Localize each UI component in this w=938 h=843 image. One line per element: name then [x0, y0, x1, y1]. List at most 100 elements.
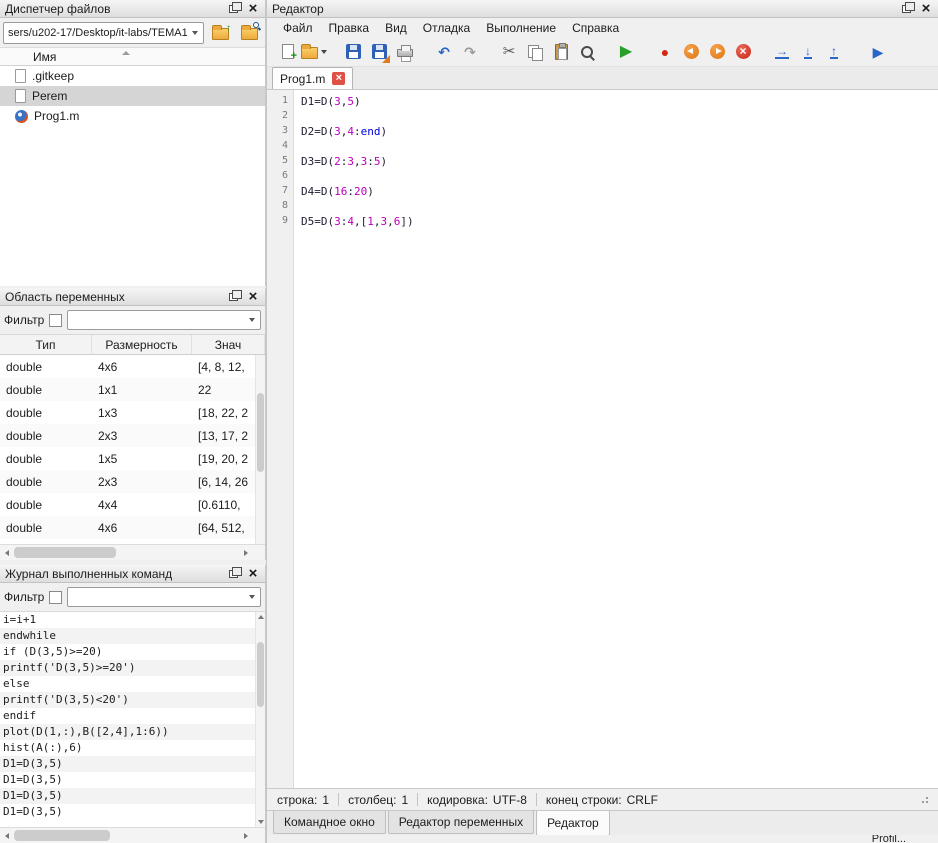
redo-button[interactable]: ↷ [457, 40, 483, 64]
history-command[interactable]: hist(A(:),6) [0, 740, 265, 756]
undock-button[interactable] [897, 1, 915, 16]
column-header[interactable]: Тип [0, 335, 92, 354]
history-command[interactable]: else [0, 676, 265, 692]
workspace-hscrollbar[interactable] [0, 544, 265, 560]
undock-button[interactable] [224, 1, 242, 16]
clear-breakpoints-button[interactable] [730, 40, 756, 64]
run-button[interactable]: ▶ [613, 40, 639, 64]
scrollbar-thumb[interactable] [257, 393, 264, 472]
name-column-header[interactable]: Имя [0, 47, 265, 66]
variable-row[interactable]: double1x3[18, 22, 2 [0, 401, 265, 424]
scroll-down-icon[interactable] [256, 817, 265, 827]
history-vscrollbar[interactable] [255, 612, 265, 827]
code-line[interactable]: D3=D(2:3,3:5) [301, 155, 938, 170]
dropdown-arrow-icon[interactable] [244, 588, 260, 606]
cut-button[interactable]: ✂ [496, 40, 522, 64]
history-command[interactable]: endif [0, 708, 265, 724]
history-command[interactable]: endwhile [0, 628, 265, 644]
scrollbar-thumb[interactable] [257, 642, 264, 707]
variable-row[interactable]: double4x6[4, 8, 12, [0, 355, 265, 378]
breakpoint-button[interactable]: ● [652, 40, 678, 64]
close-button[interactable] [244, 1, 262, 16]
history-command[interactable]: D1=D(3,5) [0, 756, 265, 772]
history-command[interactable]: i=i+1 [0, 612, 265, 628]
file-row[interactable]: Prog1.m [0, 106, 265, 126]
menu-item[interactable]: Правка [321, 20, 378, 36]
find-button[interactable] [574, 40, 600, 64]
continue-button[interactable]: ▶ [865, 40, 891, 64]
print-button[interactable] [392, 40, 418, 64]
column-header[interactable]: Размерность [92, 335, 192, 354]
code-line[interactable] [301, 170, 938, 185]
code-line[interactable] [301, 140, 938, 155]
file-row[interactable]: .gitkeep [0, 66, 265, 86]
menu-item[interactable]: Файл [275, 20, 321, 36]
code-line[interactable] [301, 110, 938, 125]
scroll-up-icon[interactable] [256, 612, 265, 622]
paste-button[interactable] [548, 40, 574, 64]
variable-row[interactable]: double1x5[19, 20, 2 [0, 447, 265, 470]
undock-button[interactable] [224, 289, 242, 304]
column-header[interactable]: Знач [192, 335, 265, 354]
close-button[interactable] [244, 566, 262, 581]
scrollbar-thumb[interactable] [14, 830, 110, 841]
menu-item[interactable]: Справка [564, 20, 627, 36]
workspace-vscrollbar[interactable] [255, 355, 265, 544]
dropdown-arrow-icon[interactable] [244, 311, 260, 329]
scroll-left-icon[interactable] [0, 545, 14, 560]
history-command[interactable]: D1=D(3,5) [0, 772, 265, 788]
history-command[interactable]: if (D(3,5)>=20) [0, 644, 265, 660]
close-button[interactable] [917, 1, 935, 16]
code-line[interactable]: D5=D(3:4,[1,3,6]) [301, 215, 938, 230]
history-command[interactable]: D1=D(3,5) [0, 804, 265, 820]
step-out-button[interactable]: ↑ [821, 40, 847, 64]
variable-row[interactable]: double1x122 [0, 378, 265, 401]
undo-button[interactable]: ↶ [431, 40, 457, 64]
code-line[interactable]: D2=D(3,4:end) [301, 125, 938, 140]
code-line[interactable]: D1=D(3,5) [301, 95, 938, 110]
bottom-tab[interactable]: Командное окно [273, 811, 386, 834]
filter-combobox[interactable] [67, 587, 261, 607]
variable-row[interactable]: double2x3[13, 17, 2 [0, 424, 265, 447]
filter-combobox[interactable] [67, 310, 261, 330]
up-directory-button[interactable] [208, 21, 233, 44]
step-button[interactable]: → [769, 40, 795, 64]
open-file-button[interactable] [301, 40, 327, 64]
filter-checkbox[interactable] [49, 591, 62, 604]
scroll-right-icon[interactable] [239, 828, 253, 843]
scrollbar-thumb[interactable] [14, 547, 116, 558]
history-command[interactable]: D1=D(3,5) [0, 788, 265, 804]
file-row[interactable]: Perem [0, 86, 265, 106]
path-combobox[interactable]: sers/u202-17/Desktop/it-labs/TEMA1 [3, 22, 204, 44]
variable-row[interactable]: double2x3[6, 14, 26 [0, 470, 265, 493]
dropdown-arrow-icon[interactable] [187, 23, 203, 43]
close-button[interactable] [244, 289, 262, 304]
code-area[interactable]: D1=D(3,5)D2=D(3,4:end)D3=D(2:3,3:5)D4=D(… [294, 90, 938, 788]
new-script-button[interactable]: + [275, 40, 301, 64]
tab-close-icon[interactable] [332, 72, 345, 85]
history-command[interactable]: printf('D(3,5)<20') [0, 692, 265, 708]
bottom-tab[interactable]: Редактор переменных [388, 811, 534, 834]
variable-row[interactable]: double4x6[64, 512, [0, 516, 265, 539]
bottom-tab[interactable]: Редактор [536, 811, 610, 836]
history-hscrollbar[interactable] [0, 827, 265, 843]
scroll-left-icon[interactable] [0, 828, 14, 843]
save-button[interactable] [340, 40, 366, 64]
save-as-button[interactable] [366, 40, 392, 64]
undock-button[interactable] [224, 566, 242, 581]
filter-checkbox[interactable] [49, 314, 62, 327]
resize-grip[interactable] [919, 795, 928, 804]
menu-item[interactable]: Отладка [415, 20, 478, 36]
copy-button[interactable] [522, 40, 548, 64]
menu-item[interactable]: Вид [377, 20, 415, 36]
history-command[interactable]: plot(D(1,:),B([2,4],1:6)) [0, 724, 265, 740]
scroll-right-icon[interactable] [239, 545, 253, 560]
menu-item[interactable]: Выполнение [478, 20, 564, 36]
history-command[interactable]: printf('D(3,5)>=20') [0, 660, 265, 676]
prev-breakpoint-button[interactable] [678, 40, 704, 64]
next-breakpoint-button[interactable] [704, 40, 730, 64]
variable-row[interactable]: double4x4[0.6110, [0, 493, 265, 516]
code-line[interactable] [301, 200, 938, 215]
browse-directory-button[interactable] [237, 21, 262, 44]
editor-area[interactable]: 123456789 D1=D(3,5)D2=D(3,4:end)D3=D(2:3… [267, 90, 938, 788]
